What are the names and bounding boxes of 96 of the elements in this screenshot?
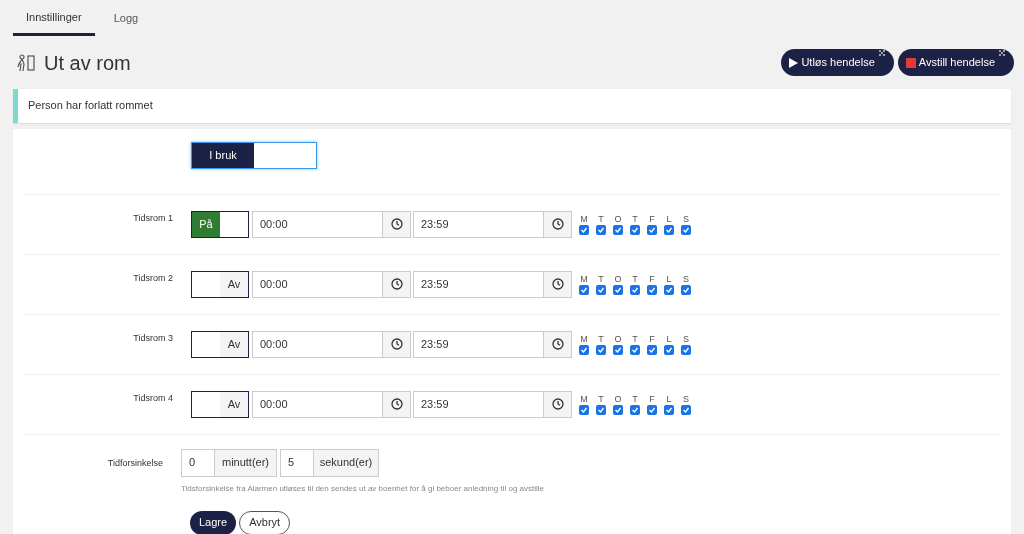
stop-icon	[905, 57, 916, 68]
day-letter: M	[580, 333, 588, 345]
day-checkbox[interactable]	[579, 345, 589, 355]
day-letter: T	[632, 393, 638, 405]
toggle-switch[interactable]: Av	[191, 390, 249, 418]
save-button[interactable]: Lagre	[190, 510, 237, 534]
sparkle-icon	[998, 49, 1006, 57]
toggle-switch[interactable]: I bruk	[191, 141, 317, 169]
time-field[interactable]: 23:59	[413, 210, 572, 238]
day-checkbox[interactable]	[664, 405, 674, 415]
day-letter: F	[649, 393, 655, 405]
day-checkbox[interactable]	[596, 405, 606, 415]
day-letter: M	[580, 393, 588, 405]
time-field[interactable]: 23:59	[413, 390, 572, 418]
day-letter: F	[649, 273, 655, 285]
action-button[interactable]: Utløs hendelse	[781, 49, 894, 76]
day-checkbox[interactable]	[613, 405, 623, 415]
day-checkbox[interactable]	[681, 225, 691, 235]
person-door-icon	[16, 53, 36, 72]
clock-icon	[390, 398, 403, 410]
day-letter: T	[598, 213, 604, 225]
day-letter: T	[632, 213, 638, 225]
day-letter: S	[683, 273, 689, 285]
clock-icon	[390, 218, 403, 230]
day-checkbox[interactable]	[579, 285, 589, 295]
play-icon	[789, 57, 799, 68]
day-letter: S	[683, 213, 689, 225]
toggle-switch[interactable]: Av	[191, 330, 249, 358]
day-letter: F	[649, 333, 655, 345]
day-checkbox[interactable]	[596, 225, 606, 235]
tab[interactable]: Innstillinger	[13, 8, 95, 36]
day-letter: L	[666, 393, 672, 405]
day-checkbox[interactable]	[630, 345, 640, 355]
page-title: Ut av rom	[44, 50, 131, 76]
day-letter: O	[614, 333, 622, 345]
day-checkbox[interactable]	[596, 285, 606, 295]
clock-icon	[551, 398, 564, 410]
day-letter: T	[598, 273, 604, 285]
day-checkbox[interactable]	[613, 285, 623, 295]
day-checkbox[interactable]	[647, 405, 657, 415]
clock-icon	[390, 338, 403, 350]
cancel-button[interactable]: Avbryt	[239, 510, 291, 534]
clock-icon	[551, 218, 564, 230]
day-letter: L	[666, 213, 672, 225]
day-letter: O	[614, 273, 622, 285]
time-field[interactable]: 00:00	[252, 270, 411, 298]
time-field[interactable]: 00:00	[252, 210, 411, 238]
day-checkbox[interactable]	[681, 285, 691, 295]
day-checkbox[interactable]	[664, 345, 674, 355]
day-checkbox[interactable]	[596, 345, 606, 355]
day-checkbox[interactable]	[630, 285, 640, 295]
day-checkbox[interactable]	[647, 225, 657, 235]
day-letter: T	[632, 273, 638, 285]
period-label: Tidsrom 1	[132, 212, 173, 226]
day-checkbox[interactable]	[630, 405, 640, 415]
day-checkbox[interactable]	[681, 405, 691, 415]
action-button[interactable]: Avstill hendelse	[897, 49, 1014, 76]
day-letter: T	[598, 393, 604, 405]
day-checkbox[interactable]	[664, 225, 674, 235]
clock-icon	[551, 338, 564, 350]
delay-label: Tidforsinkelse	[106, 456, 163, 470]
day-letter: S	[683, 333, 689, 345]
day-checkbox[interactable]	[579, 225, 589, 235]
day-letter: L	[666, 333, 672, 345]
day-checkbox[interactable]	[647, 285, 657, 295]
day-letter: M	[580, 213, 588, 225]
help-text: Tidsforsinkelse fra Alarmen utløses til den sendes ut av boenhet for å gi beboer anledning til og avstille	[181, 482, 545, 495]
clock-icon	[551, 278, 564, 290]
day-checkbox[interactable]	[664, 285, 674, 295]
day-letter: M	[580, 273, 588, 285]
day-letter: S	[683, 393, 689, 405]
tab[interactable]: Logg	[100, 8, 152, 36]
day-checkbox[interactable]	[681, 345, 691, 355]
day-checkbox[interactable]	[579, 405, 589, 415]
day-letter: O	[614, 213, 622, 225]
day-checkbox[interactable]	[613, 225, 623, 235]
time-field[interactable]: 00:00	[252, 330, 411, 358]
clock-icon	[390, 278, 403, 290]
day-checkbox[interactable]	[630, 225, 640, 235]
day-checkbox[interactable]	[647, 345, 657, 355]
time-field[interactable]: 23:59	[413, 270, 572, 298]
day-letter: O	[614, 393, 622, 405]
time-field[interactable]: 00:00	[252, 390, 411, 418]
day-letter: T	[598, 333, 604, 345]
notice-banner: Person har forlatt rommet	[13, 88, 1011, 123]
time-field[interactable]: 23:59	[413, 330, 572, 358]
toggle-switch[interactable]: På	[191, 210, 249, 238]
day-checkbox[interactable]	[613, 345, 623, 355]
period-label: Tidsrom 2	[132, 272, 173, 286]
toggle-switch[interactable]: Av	[191, 270, 249, 298]
period-label: Tidsrom 4	[132, 392, 173, 406]
day-letter: F	[649, 213, 655, 225]
day-letter: L	[666, 273, 672, 285]
period-label: Tidsrom 3	[132, 332, 173, 346]
day-letter: T	[632, 333, 638, 345]
sparkle-icon	[877, 49, 886, 57]
